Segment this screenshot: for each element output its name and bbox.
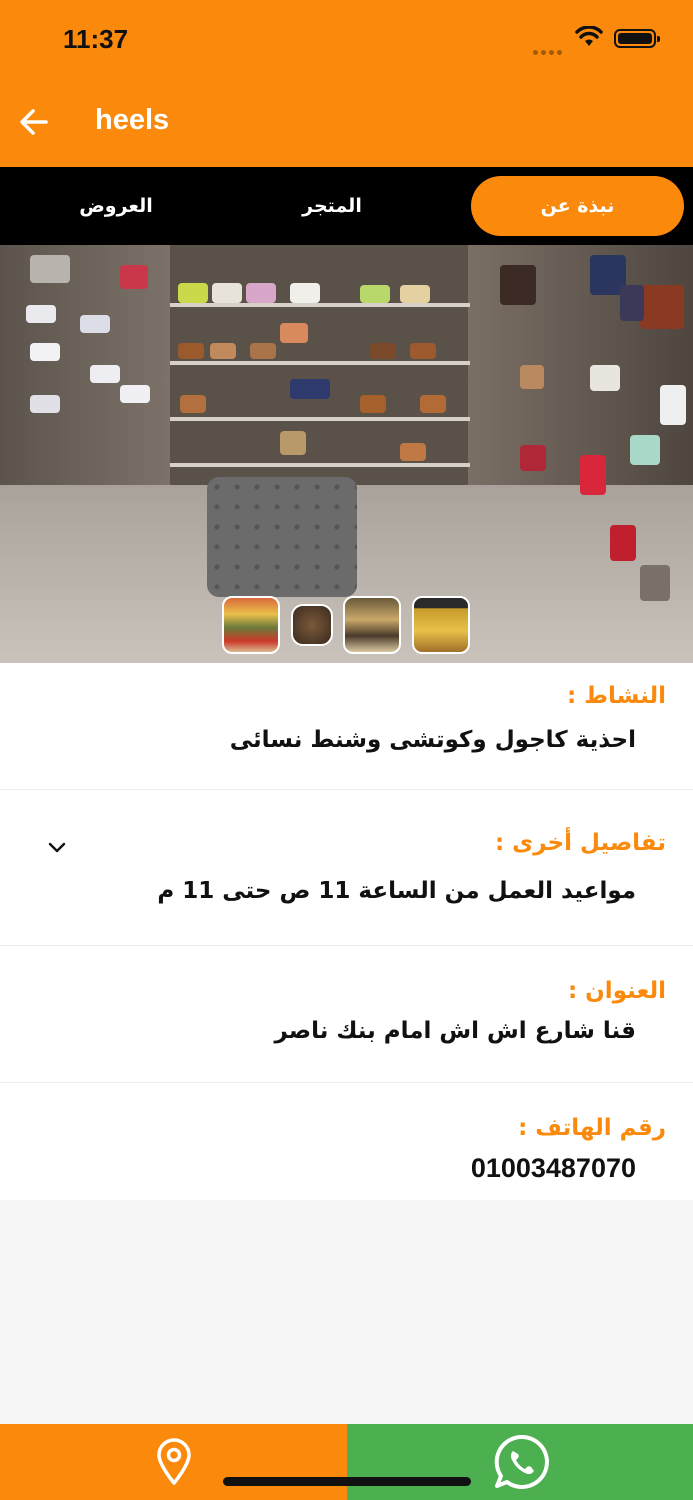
status-bar: 11:37: [0, 0, 693, 78]
other-details-section[interactable]: تفاصيل أخرى : مواعيد العمل من الساعة 11 …: [0, 790, 693, 946]
gallery-thumbnail[interactable]: [412, 596, 470, 654]
shoe: [370, 343, 396, 359]
arrow-left-icon[interactable]: [14, 102, 54, 142]
handbag: [280, 431, 306, 455]
address-label: العنوان :: [567, 978, 666, 1004]
phone-section: رقم الهاتف : 01003487070: [0, 1083, 693, 1200]
gallery-thumbnail[interactable]: [291, 604, 333, 646]
gallery-thumbnail[interactable]: [343, 596, 401, 654]
heel: [640, 565, 670, 601]
shoe: [360, 395, 386, 413]
tab-offers[interactable]: العروض: [36, 176, 196, 236]
whatsapp-icon: [494, 1434, 549, 1489]
handbag: [30, 255, 70, 283]
shelf: [170, 303, 470, 307]
wifi-icon: [575, 26, 603, 46]
handbag: [400, 285, 430, 303]
heel: [610, 525, 636, 561]
page-title: heels: [95, 104, 170, 136]
sneaker: [90, 365, 120, 383]
shoe: [180, 395, 206, 413]
heel: [520, 365, 544, 389]
signal-icon: [533, 40, 565, 59]
gallery-thumbnail[interactable]: [222, 596, 280, 654]
shoe: [400, 443, 426, 461]
shoe: [410, 343, 436, 359]
shoe: [178, 343, 204, 359]
heel: [520, 445, 546, 471]
handbag: [290, 379, 330, 399]
heel: [590, 365, 620, 391]
tab-store[interactable]: المتجر: [252, 176, 412, 236]
heel: [580, 455, 606, 495]
heel: [630, 435, 660, 465]
shoe: [420, 395, 446, 413]
shoe: [210, 343, 236, 359]
tab-bar: نبذة عن المتجر العروض: [0, 167, 693, 245]
sneaker: [120, 385, 150, 403]
sneaker: [80, 315, 110, 333]
address-section: العنوان : قنا شارع اش اش امام بنك ناصر: [0, 946, 693, 1083]
store-photo-gallery[interactable]: [0, 245, 693, 663]
handbag: [212, 283, 242, 303]
other-details-label: تفاصيل أخرى :: [494, 830, 666, 856]
handbag: [640, 285, 684, 329]
bottom-action-bar: [0, 1424, 693, 1500]
phone-label: رقم الهاتف :: [518, 1115, 666, 1141]
location-pin-icon: [157, 1438, 191, 1485]
other-details-value: مواعيد العمل من الساعة 11 ص حتى 11 م: [157, 878, 636, 904]
handbag: [500, 265, 536, 305]
status-time: 11:37: [63, 24, 129, 54]
handbag: [280, 323, 308, 343]
whatsapp-button[interactable]: [347, 1424, 693, 1500]
activity-section: النشاط : احذية كاجول وكوتشى وشنط نسائى: [0, 663, 693, 790]
handbag: [246, 283, 276, 303]
handbag: [178, 283, 208, 303]
store-ottoman: [207, 477, 357, 597]
battery-icon: [614, 29, 660, 48]
shoe: [250, 343, 276, 359]
activity-value: احذية كاجول وكوتشى وشنط نسائى: [229, 727, 636, 753]
tab-about[interactable]: نبذة عن: [471, 176, 684, 236]
shelf: [170, 417, 470, 421]
sneaker: [30, 395, 60, 413]
sneaker: [30, 343, 60, 361]
address-value: قنا شارع اش اش امام بنك ناصر: [274, 1018, 636, 1044]
store-photo-back-wall: [165, 245, 475, 490]
shelf: [170, 463, 470, 467]
location-button[interactable]: [0, 1424, 347, 1500]
handbag: [620, 285, 644, 321]
handbag: [290, 283, 320, 303]
handbag: [120, 265, 148, 289]
chevron-down-icon[interactable]: [46, 836, 68, 858]
handbag: [360, 285, 390, 303]
app-header: 11:37 heels: [0, 0, 693, 167]
home-indicator: [223, 1477, 471, 1486]
activity-label: النشاط :: [566, 683, 666, 709]
sneaker: [26, 305, 56, 323]
phone-value[interactable]: 01003487070: [471, 1153, 636, 1184]
heel: [660, 385, 686, 425]
shelf: [170, 361, 470, 365]
